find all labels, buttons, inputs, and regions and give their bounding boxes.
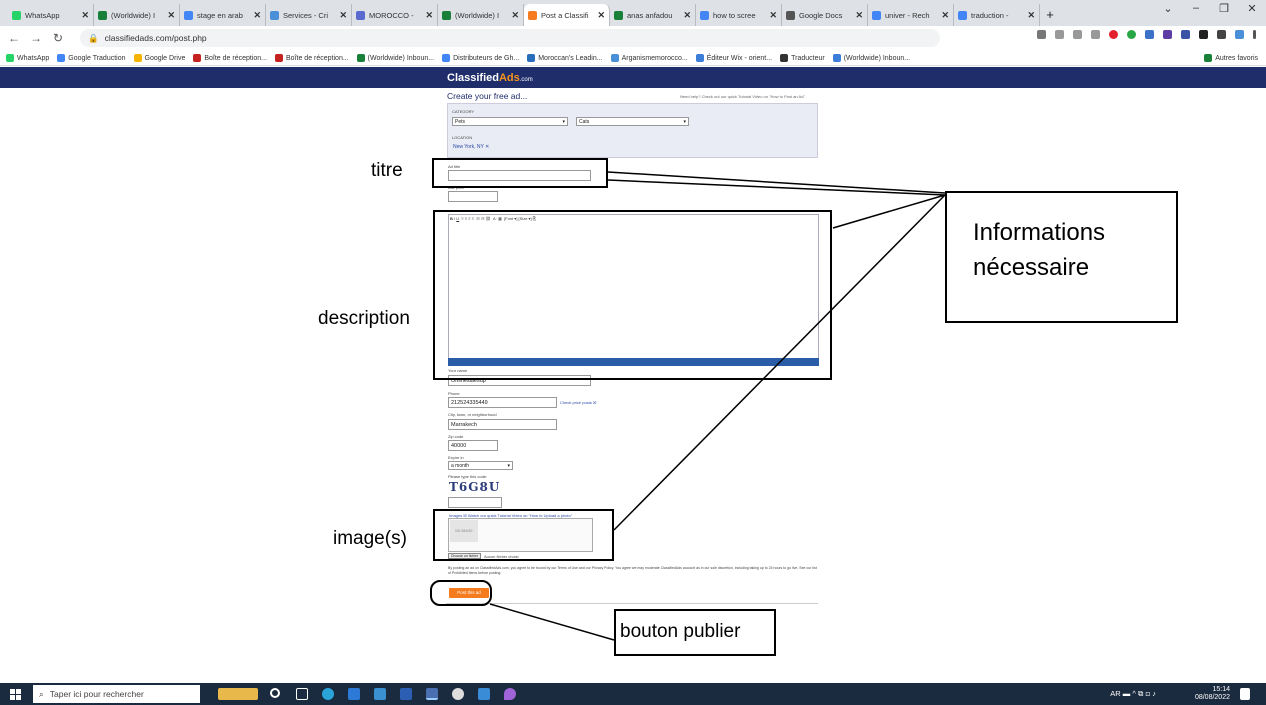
clock-time: 15:14: [1212, 686, 1230, 693]
info-callout-text: Informations nécessaire: [973, 215, 1105, 285]
taskbar-search[interactable]: ⌕ Taper ici pour rechercher: [33, 685, 200, 703]
task-view-icon[interactable]: [296, 688, 308, 700]
taskbar-search-placeholder: Taper ici pour rechercher: [49, 689, 144, 699]
language-indicator[interactable]: AR: [1110, 689, 1120, 698]
annotation-images: image(s): [333, 528, 407, 549]
store-icon[interactable]: [348, 688, 360, 700]
arrow-images: [613, 194, 946, 531]
annotation-description: description: [318, 308, 410, 329]
annotation-arrows: [489, 171, 946, 641]
paint-icon[interactable]: [504, 688, 516, 700]
arrow-publish: [489, 603, 615, 641]
file-explorer-icon[interactable]: [374, 688, 386, 700]
word-icon[interactable]: [400, 688, 412, 700]
info-line-1: Informations: [973, 219, 1106, 246]
cortana-icon[interactable]: [270, 688, 280, 698]
search-icon: ⌕: [39, 688, 44, 699]
chrome-icon[interactable]: [426, 688, 438, 700]
info-line-2: nécessaire: [973, 254, 1090, 281]
clock[interactable]: 15:14 08/08/2022: [1195, 686, 1230, 702]
settings-gear-icon[interactable]: [452, 688, 464, 700]
edge-icon[interactable]: [322, 688, 334, 700]
notification-icon[interactable]: [1240, 688, 1250, 700]
weather-widget-icon[interactable]: [218, 688, 258, 700]
windows-start-icon[interactable]: [10, 689, 21, 700]
publish-label: bouton publier: [620, 621, 741, 642]
photos-icon[interactable]: [478, 688, 490, 700]
tray-icons[interactable]: AR ▬ ^ ⧉ ⊡ ♪: [1110, 689, 1156, 699]
annotation-titre: titre: [371, 160, 403, 181]
clock-date: 08/08/2022: [1194, 694, 1230, 701]
